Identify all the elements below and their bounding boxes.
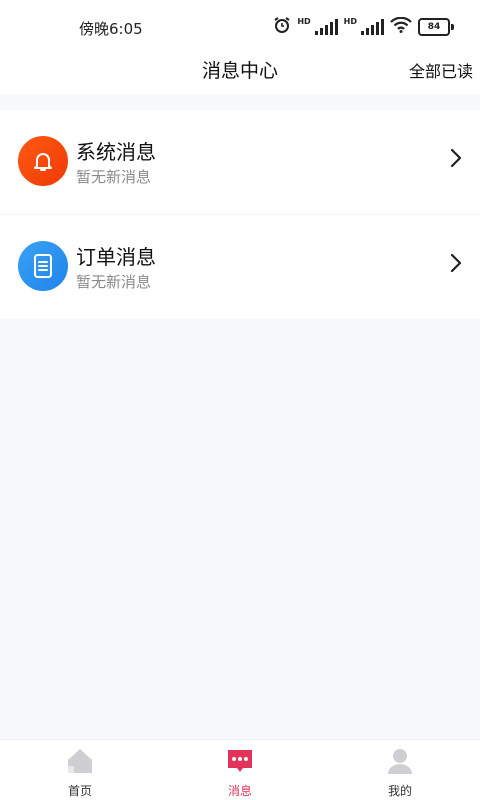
page-header: 消息中心 全部已读 bbox=[0, 50, 480, 94]
alarm-icon bbox=[273, 16, 291, 38]
chevron-right-icon bbox=[450, 148, 462, 172]
hd-label: HD bbox=[297, 16, 311, 26]
bell-icon bbox=[18, 136, 68, 186]
tab-profile-label: 我的 bbox=[387, 784, 412, 798]
status-time: 傍晚6:05 bbox=[79, 20, 143, 38]
message-title: 系统消息 bbox=[76, 140, 156, 164]
hd-label-2: HD bbox=[343, 16, 357, 26]
message-item-order[interactable]: 订单消息 暂无新消息 bbox=[0, 214, 480, 319]
message-icon bbox=[225, 746, 255, 780]
status-bar: 傍晚6:05 HD HD 84 bbox=[0, 0, 480, 50]
home-icon bbox=[65, 746, 95, 780]
message-subtitle: 暂无新消息 bbox=[76, 168, 152, 186]
wifi-icon bbox=[390, 16, 412, 37]
tab-profile[interactable]: 我的 bbox=[320, 740, 480, 800]
mark-all-read-button[interactable]: 全部已读 bbox=[409, 58, 473, 82]
tab-home-label: 首页 bbox=[67, 784, 92, 798]
battery-icon: 84 bbox=[418, 18, 454, 36]
status-icons: HD HD 84 bbox=[273, 16, 454, 38]
message-list: 系统消息 暂无新消息 订单消息 暂无新消息 bbox=[0, 110, 480, 319]
document-icon bbox=[18, 241, 68, 291]
tab-home[interactable]: 首页 bbox=[0, 740, 160, 800]
message-item-system[interactable]: 系统消息 暂无新消息 bbox=[0, 110, 480, 214]
tab-messages[interactable]: 消息 bbox=[160, 740, 320, 800]
message-title: 订单消息 bbox=[76, 245, 156, 269]
chevron-right-icon bbox=[450, 253, 462, 277]
signal-icon-2 bbox=[361, 19, 384, 35]
message-subtitle: 暂无新消息 bbox=[76, 273, 152, 291]
signal-icon bbox=[314, 19, 338, 35]
tab-messages-label: 消息 bbox=[227, 784, 252, 798]
battery-level: 84 bbox=[418, 18, 450, 36]
bottom-tab-bar: 首页 消息 我的 bbox=[0, 739, 480, 800]
user-icon bbox=[385, 746, 415, 780]
